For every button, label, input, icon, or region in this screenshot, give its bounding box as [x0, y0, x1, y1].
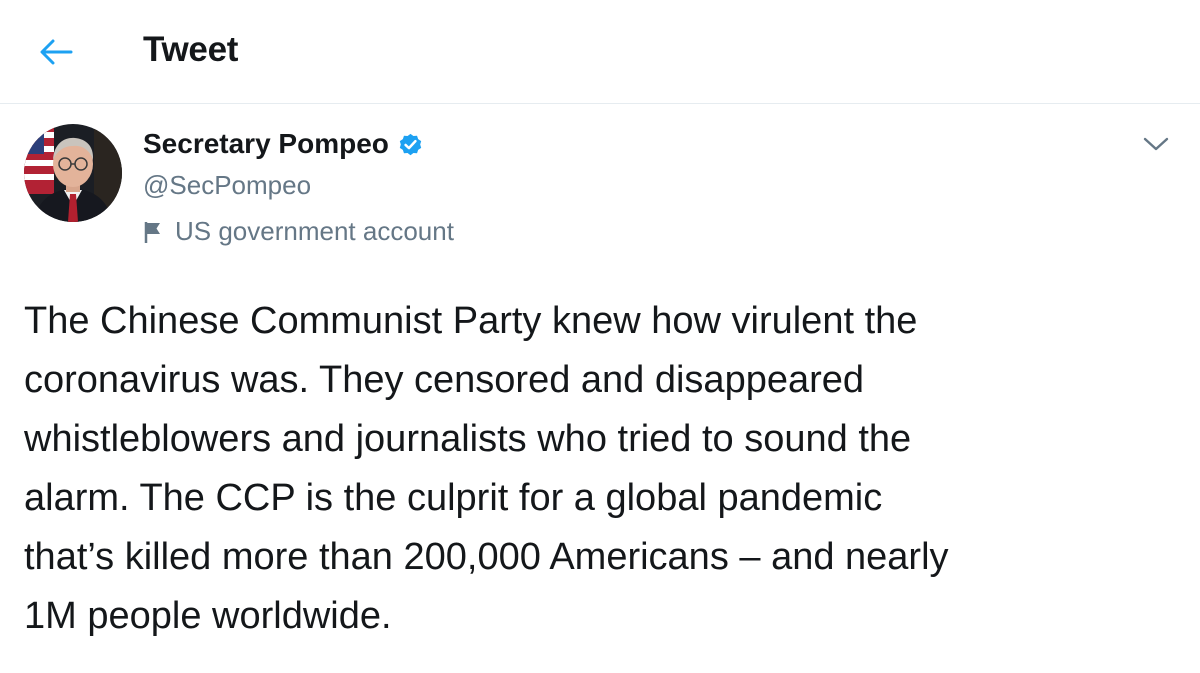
more-options-button[interactable] [1128, 120, 1184, 168]
display-name-text: Secretary Pompeo [143, 128, 389, 159]
verified-badge-icon [397, 131, 424, 158]
tweet-text: The Chinese Communist Party knew how vir… [24, 300, 949, 637]
flag-icon [143, 220, 163, 244]
page-title: Tweet [143, 30, 239, 69]
author-handle[interactable]: @SecPompeo [143, 170, 311, 201]
tweet-page: Tweet Secretary Pompeo @SecPompeo US gov… [0, 0, 1200, 673]
government-account-text: US government account [175, 216, 454, 246]
chevron-down-icon [1143, 136, 1169, 152]
page-header: Tweet [0, 0, 1200, 104]
author-display-name[interactable]: Secretary Pompeo [143, 128, 424, 160]
back-button[interactable] [28, 26, 84, 78]
arrow-left-icon [39, 39, 73, 65]
government-account-label: US government account [143, 216, 454, 247]
avatar[interactable] [24, 124, 122, 222]
